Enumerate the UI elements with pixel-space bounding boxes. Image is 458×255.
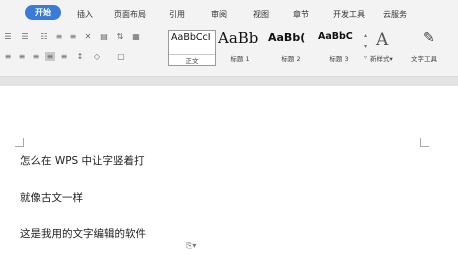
ribbon: 开始 插入 页面布局 引用 审阅 视图 章节 开发工具 云服务 ☰ ☰ ☷ ≡ … (0, 0, 458, 87)
distributed-align-icon[interactable]: ≡ (59, 52, 69, 61)
tab-developer[interactable]: 开发工具 (333, 9, 365, 20)
new-style-label: 新样式▾ (370, 55, 393, 63)
text-direction-icon[interactable]: ▤ (99, 32, 109, 41)
tab-home[interactable]: 开始 (25, 5, 61, 20)
tab-section[interactable]: 章节 (293, 9, 309, 20)
multilevel-list-icon[interactable]: ☷ (39, 32, 49, 41)
tab-references[interactable]: 引用 (169, 9, 185, 20)
style-normal[interactable]: AaBbCcI 正文 (168, 30, 216, 66)
align-center-icon[interactable]: ≡ (17, 52, 27, 61)
increase-indent-icon[interactable]: ≡ (68, 32, 78, 41)
style-label: 标题 3 (329, 55, 349, 63)
margin-corner-left (15, 138, 24, 147)
style-heading-1[interactable]: AaBb 标题 1 (216, 30, 264, 64)
style-heading-3[interactable]: AaBbC 标题 3 (316, 30, 362, 64)
style-label: 标题 2 (281, 55, 301, 63)
line-spacing-icon[interactable]: ↕ (75, 52, 85, 61)
style-sample: AaBb( (268, 31, 306, 44)
align-left-icon[interactable]: ≡ (3, 52, 13, 61)
more-styles-icon[interactable]: ▿ (364, 54, 367, 61)
styles-gallery: AaBbCcI 正文 AaBb 标题 1 AaBb( 标题 2 AaBbC 标题… (168, 30, 364, 66)
numbered-list-icon[interactable]: ☰ (20, 32, 30, 41)
text-tools-button[interactable]: ✎ 文字工具 (410, 30, 458, 64)
paste-options-icon[interactable]: ⎘▾ (186, 241, 196, 251)
sort-icon[interactable]: ⇅ (115, 32, 125, 41)
bullet-list-icon[interactable]: ☰ (3, 32, 13, 41)
document-line[interactable]: 就像古文一样 (20, 190, 83, 205)
decrease-indent-icon[interactable]: ≡ (54, 32, 64, 41)
paragraph-tools-row-1: ☰ ☰ ☷ ≡ ≡ ✕ ▤ ⇅ ▦ (3, 32, 163, 44)
style-sample: AaBb (218, 30, 259, 47)
new-style-button[interactable]: A 新样式▾ (370, 30, 404, 64)
new-style-icon: A (376, 30, 389, 50)
style-sample: AaBbC (318, 31, 353, 42)
tab-page-layout[interactable]: 页面布局 (114, 9, 146, 20)
style-label: 正文 (169, 54, 215, 65)
style-label: 标题 1 (230, 55, 250, 63)
tab-review[interactable]: 审阅 (211, 9, 227, 20)
scroll-down-icon[interactable]: ▾ (364, 43, 367, 50)
style-sample: AaBbCcI (171, 32, 211, 43)
ribbon-tabs: 开始 插入 页面布局 引用 审阅 视图 章节 开发工具 云服务 (0, 0, 458, 28)
shading-icon[interactable]: ◇ (92, 52, 102, 61)
text-tools-label: 文字工具 (411, 55, 437, 63)
margin-corner-right (420, 138, 429, 147)
document-line[interactable]: 这是我用的文字编辑的软件 (20, 226, 146, 241)
text-tools-icon: ✎ (423, 30, 435, 46)
table-borders-icon[interactable]: ▦ (131, 32, 141, 41)
tab-view[interactable]: 视图 (253, 9, 269, 20)
align-right-icon[interactable]: ≡ (31, 52, 41, 61)
style-heading-2[interactable]: AaBb( 标题 2 (266, 30, 316, 64)
scroll-up-icon[interactable]: ▴ (364, 32, 367, 39)
tab-cloud-services[interactable]: 云服务 (383, 9, 407, 20)
chinese-layout-icon[interactable]: ✕ (83, 32, 93, 41)
document-line[interactable]: 怎么在 WPS 中让字竖着打 (20, 153, 145, 168)
tab-insert[interactable]: 插入 (77, 9, 93, 20)
borders-icon[interactable]: ▢ (116, 52, 126, 61)
justify-icon[interactable]: ≡ (45, 52, 55, 61)
paragraph-tools-row-2: ≡ ≡ ≡ ≡ ≡ ↕ ◇ ▢ (3, 52, 163, 64)
